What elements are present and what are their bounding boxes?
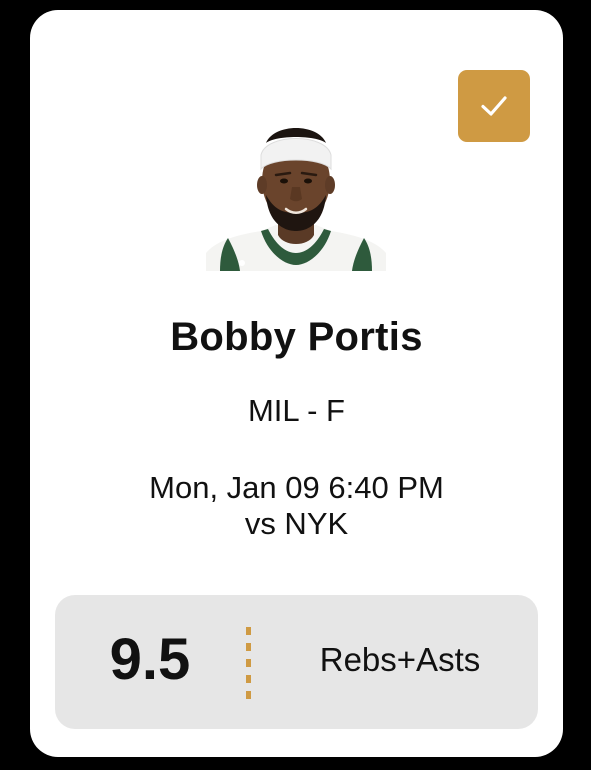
stat-line-value: 9.5 [109, 627, 191, 692]
stat-type-label: Rebs+Asts [319, 641, 481, 678]
select-toggle[interactable] [458, 70, 530, 142]
checkmark-icon [481, 96, 507, 116]
dotted-divider [246, 627, 251, 699]
game-time: Mon, Jan 09 6:40 PM vs NYK [30, 470, 563, 542]
game-datetime: Mon, Jan 09 6:40 PM [149, 470, 444, 505]
stat-projection-box: 9.5 Rebs+Asts [55, 595, 538, 729]
team-position: MIL - F [247, 393, 345, 428]
game-opponent: vs NYK [244, 506, 349, 541]
player-name: Bobby Portis [170, 315, 423, 359]
player-avatar [206, 113, 386, 271]
player-headshot-image [206, 128, 386, 271]
player-card[interactable]: Bobby Portis MIL - F Mon, Jan 09 6:40 PM… [30, 10, 563, 757]
